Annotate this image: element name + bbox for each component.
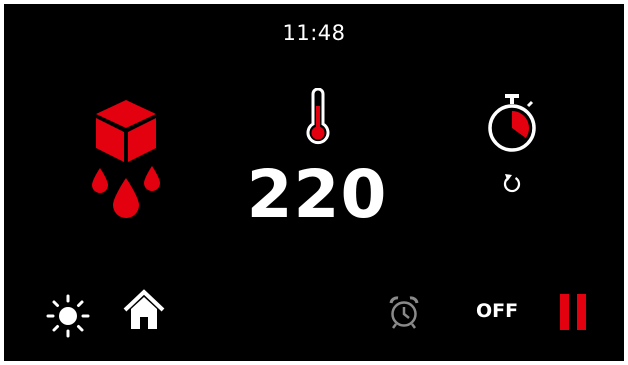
oven-display: 11:48 220 OFF bbox=[4, 4, 624, 361]
alarm-clock-icon bbox=[389, 296, 419, 329]
off-button[interactable]: OFF bbox=[470, 300, 524, 322]
defrost-icon bbox=[92, 100, 160, 218]
timer-progress-sector bbox=[512, 111, 529, 138]
brightness-icon bbox=[46, 294, 90, 338]
pause-button[interactable] bbox=[556, 294, 590, 330]
defrost-mode-button[interactable] bbox=[86, 100, 166, 224]
reset-icon bbox=[503, 174, 521, 193]
temperature-value[interactable]: 220 bbox=[242, 162, 392, 228]
temperature-setting-button[interactable] bbox=[304, 88, 332, 148]
reset-button[interactable] bbox=[502, 171, 522, 193]
stopwatch-icon bbox=[488, 94, 536, 152]
clock-time: 11:48 bbox=[282, 21, 346, 45]
thermometer-icon bbox=[306, 88, 330, 145]
alarm-button[interactable] bbox=[388, 296, 420, 330]
home-icon bbox=[123, 289, 165, 329]
brightness-button[interactable] bbox=[46, 294, 90, 338]
home-button[interactable] bbox=[122, 289, 166, 333]
timer-button[interactable] bbox=[484, 94, 540, 154]
pause-icon bbox=[560, 294, 586, 330]
